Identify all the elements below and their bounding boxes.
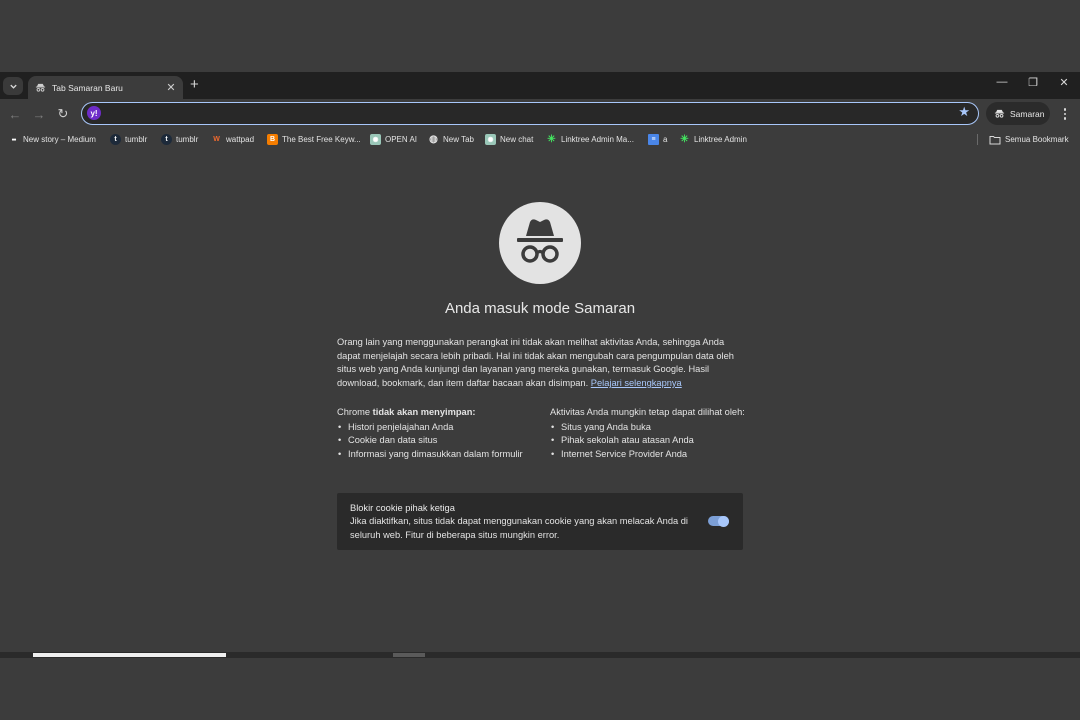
folder-icon (989, 135, 1001, 144)
close-window-button[interactable]: ✕ (1049, 76, 1079, 89)
browser-window: Tab Samaran Baru ✕ + — ❐ ✕ ← → ↻ y! ★ Sa… (0, 72, 1080, 658)
bookmark-item[interactable]: ✳ Linktree Admin Ma... (546, 133, 634, 146)
tab-close-icon[interactable]: ✕ (165, 81, 177, 94)
bookmark-item[interactable]: ✺ OPEN AI (370, 133, 417, 146)
linktree-icon: ✳ (680, 134, 689, 145)
docs-icon: ≡ (648, 134, 659, 145)
learn-more-link[interactable]: Pelajari selengkapnya (591, 378, 682, 388)
all-bookmarks-button[interactable]: Semua Bookmark (989, 133, 1069, 146)
more-menu-icon[interactable] (1058, 105, 1072, 123)
bookmark-item[interactable]: ●● New story – Medium (8, 133, 95, 146)
list-item: Cookie dan data situs (337, 434, 537, 448)
new-tab-button[interactable]: + (190, 77, 199, 93)
bookmark-star-icon[interactable]: ★ (958, 104, 970, 120)
scrollbar-mark (393, 653, 425, 657)
list-item: Informasi yang dimasukkan dalam formulir (337, 448, 537, 462)
bookmark-item[interactable]: ◍ New Tab (428, 133, 474, 146)
list-item: Histori penjelajahan Anda (337, 421, 537, 435)
bookmark-item[interactable]: ✳ Linktree Admin (679, 133, 747, 146)
address-bar[interactable]: y! ★ (81, 102, 979, 125)
openai-icon: ✺ (485, 134, 496, 145)
bookmarks-bar: ●● New story – Medium t tumblr t tumblr … (0, 128, 1080, 150)
incognito-profile-button[interactable]: Samaran (986, 102, 1050, 125)
medium-icon: ●● (11, 136, 16, 143)
horizontal-scrollbar[interactable] (0, 652, 1080, 658)
tab-search-button[interactable] (3, 77, 23, 95)
incognito-icon (34, 82, 46, 94)
reload-button[interactable]: ↻ (54, 105, 72, 123)
back-button[interactable]: ← (6, 105, 24, 123)
yahoo-logo-icon: y! (87, 106, 101, 120)
not-saved-heading: Chrome tidak akan menyimpan: (337, 407, 476, 417)
block-cookies-toggle[interactable] (708, 515, 729, 527)
bookmark-item[interactable]: B The Best Free Keyw... (267, 133, 361, 146)
openai-icon: ✺ (370, 134, 381, 145)
minimize-button[interactable]: — (987, 76, 1017, 88)
wattpad-icon: W (213, 136, 220, 143)
bookmark-item[interactable]: W wattpad (211, 133, 254, 146)
not-saved-section: Chrome tidak akan menyimpan: Histori pen… (337, 406, 537, 461)
third-party-cookie-card: Blokir cookie pihak ketiga Jika diaktifk… (337, 493, 743, 550)
bookmarks-separator (977, 134, 978, 145)
list-item: Pihak sekolah atau atasan Anda (550, 434, 750, 448)
blogger-icon: B (267, 134, 278, 145)
tumblr-icon: t (161, 134, 172, 145)
toolbar: ← → ↻ y! ★ Samaran (0, 99, 1080, 128)
linktree-icon: ✳ (547, 134, 556, 145)
restore-button[interactable]: ❐ (1018, 76, 1048, 89)
bookmark-item[interactable]: t tumblr (161, 133, 198, 146)
incognito-ntp: Anda masuk mode Samaran Orang lain yang … (0, 150, 1080, 652)
bookmark-item[interactable]: ✺ New chat (485, 133, 533, 146)
toggle-knob (718, 515, 729, 527)
bookmark-item[interactable]: t tumblr (110, 133, 147, 146)
cookie-card-description: Jika diaktifkan, situs tidak dapat mengg… (350, 516, 688, 540)
forward-button[interactable]: → (30, 105, 48, 123)
list-item: Situs yang Anda buka (550, 421, 750, 435)
incognito-icon (499, 202, 581, 284)
scrollbar-thumb[interactable] (33, 653, 226, 657)
tab-strip: Tab Samaran Baru ✕ + — ❐ ✕ (0, 72, 1080, 99)
bookmark-item[interactable]: ≡ a (648, 133, 667, 146)
chevron-down-icon (9, 84, 17, 89)
tumblr-icon: t (110, 134, 121, 145)
visible-to-heading: Aktivitas Anda mungkin tetap dapat dilih… (550, 407, 745, 417)
globe-icon: ◍ (429, 134, 438, 145)
cookie-card-title: Blokir cookie pihak ketiga (350, 503, 455, 513)
may-be-visible-section: Aktivitas Anda mungkin tetap dapat dilih… (550, 406, 750, 461)
incognito-icon (994, 109, 1005, 118)
intro-text: Orang lain yang menggunakan perangkat in… (337, 337, 734, 388)
list-item: Internet Service Provider Anda (550, 448, 750, 462)
page-title: Anda masuk mode Samaran (444, 300, 636, 317)
tab-incognito[interactable]: Tab Samaran Baru ✕ (28, 76, 183, 99)
address-input[interactable] (106, 105, 946, 121)
tab-title: Tab Samaran Baru (52, 82, 123, 93)
profile-label: Samaran (1010, 108, 1045, 119)
